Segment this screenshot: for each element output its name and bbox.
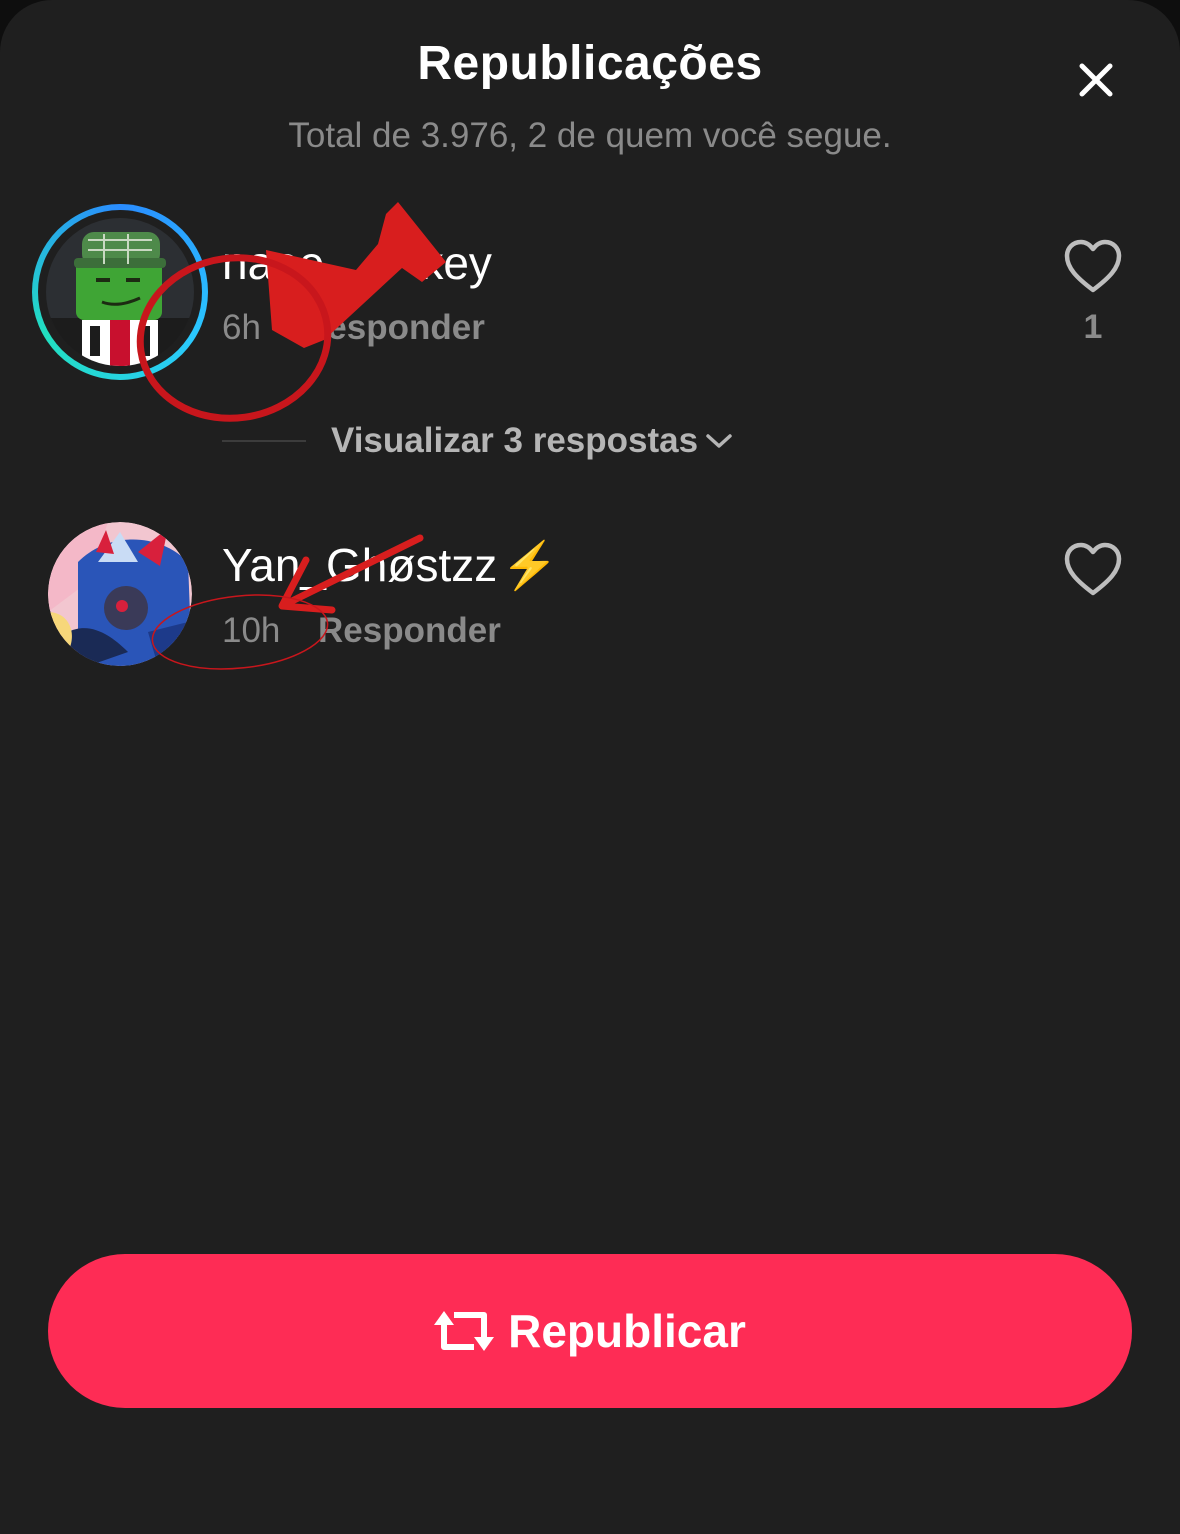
sheet-title: Republicações <box>417 37 763 90</box>
verified-bolt-badge: ⚡ <box>501 539 559 591</box>
like-count: 1 <box>1083 308 1103 346</box>
close-icon <box>1079 63 1113 97</box>
username[interactable]: Yan_Ghøstzz⚡ <box>222 538 559 593</box>
avatar[interactable] <box>48 522 192 666</box>
timestamp: 6h <box>222 308 261 347</box>
story-ring[interactable] <box>32 204 208 380</box>
repost-icon <box>434 1311 495 1351</box>
chevron-down-icon <box>706 434 732 448</box>
close-button[interactable] <box>1064 48 1128 112</box>
heart-icon[interactable] <box>1063 541 1123 597</box>
heart-icon[interactable] <box>1063 238 1123 294</box>
view-replies-label: Visualizar 3 respostas <box>331 421 699 460</box>
republish-button[interactable]: Republicar <box>48 1254 1132 1408</box>
reposts-sheet: Republicações Total de 3.976, 2 de quem … <box>0 0 1180 1534</box>
reply-button[interactable]: Responder <box>318 611 501 651</box>
reply-button[interactable]: Responder <box>302 308 485 348</box>
replies-divider <box>222 440 306 442</box>
view-replies-button[interactable]: Visualizar 3 respostas <box>331 421 732 461</box>
republish-label: Republicar <box>508 1305 746 1357</box>
avatar <box>46 218 194 366</box>
sheet-subtitle: Total de 3.976, 2 de quem você segue. <box>288 116 892 155</box>
username[interactable]: naoe key <box>222 236 492 290</box>
timestamp: 10h <box>222 611 281 650</box>
